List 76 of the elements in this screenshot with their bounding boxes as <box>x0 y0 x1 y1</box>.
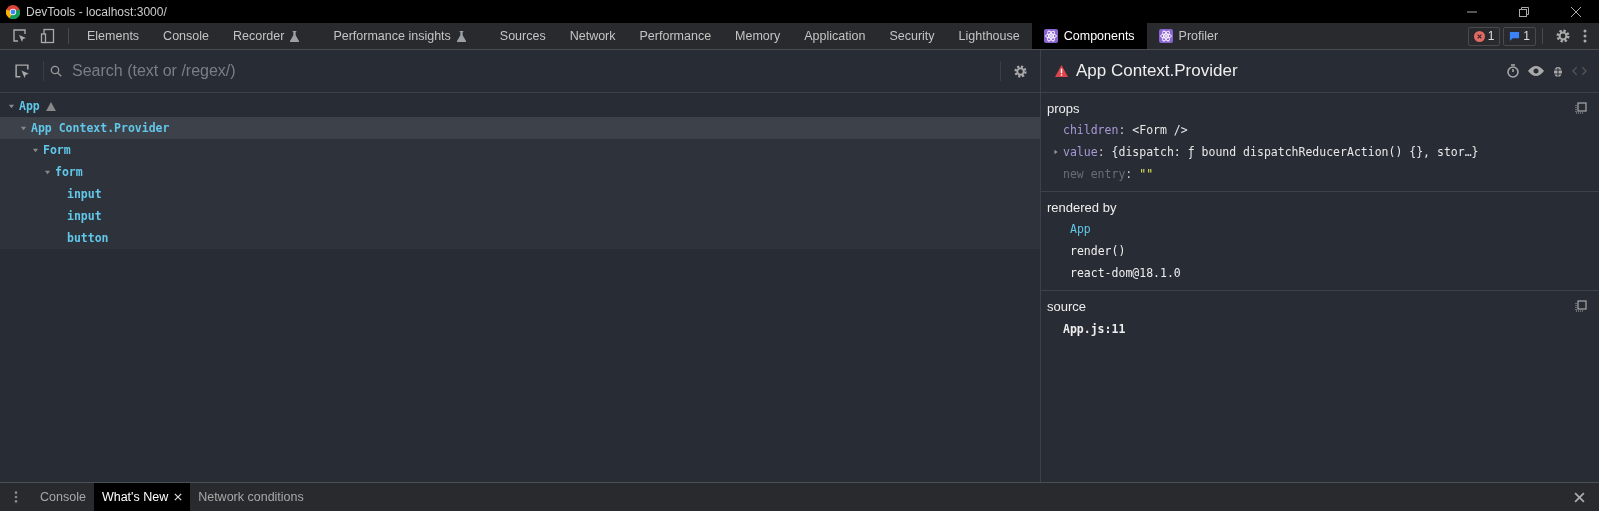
colon: : <box>1097 145 1105 159</box>
prop-value: <Form /> <box>1132 123 1188 137</box>
panel-tab[interactable]: Profiler <box>1146 23 1231 49</box>
component-name: App Context.Provider <box>31 121 170 135</box>
window-title: DevTools - localhost:3000/ <box>26 4 167 19</box>
expand-arrow-icon[interactable] <box>1053 149 1059 155</box>
panel-tab[interactable]: Sources <box>487 23 558 49</box>
atom-icon <box>1158 29 1173 43</box>
error-count-badge[interactable]: 1 <box>1467 26 1501 46</box>
panel-tab[interactable]: Application <box>792 23 878 49</box>
component-name: button <box>67 231 109 245</box>
drawer-tab[interactable]: What's New <box>93 483 191 511</box>
close-icon[interactable] <box>1574 491 1585 503</box>
flask-icon <box>290 30 300 42</box>
atom-icon <box>1043 29 1058 43</box>
tree-row[interactable]: App <box>0 95 1040 117</box>
section-heading: source <box>1047 298 1087 314</box>
section-heading: rendered by <box>1047 199 1117 215</box>
message-icon <box>1509 30 1521 42</box>
component-title: App Context.Provider <box>1076 61 1238 81</box>
owner-name: react-dom@18.1.0 <box>1069 265 1181 282</box>
expand-arrow-icon[interactable] <box>44 168 51 176</box>
component-name: Form <box>43 143 71 157</box>
search-field[interactable]: Search (text or /regex/) <box>70 61 994 81</box>
tree-row[interactable]: App Context.Provider <box>0 117 1040 139</box>
drawer-tab[interactable]: Console <box>32 483 94 511</box>
device-toolbar-icon[interactable] <box>40 28 56 44</box>
prop-key: value <box>1063 145 1098 159</box>
panel-tab[interactable]: Components <box>1031 23 1147 49</box>
more-options-icon[interactable] <box>1583 28 1587 44</box>
owner-name: render() <box>1069 243 1126 260</box>
colon: : <box>1125 167 1133 181</box>
close-icon[interactable] <box>1570 5 1582 18</box>
search-icon <box>50 65 62 77</box>
panel-tab[interactable]: Performance <box>627 23 724 49</box>
panel-tab[interactable]: Security <box>877 23 947 49</box>
section-heading: props <box>1047 100 1080 116</box>
tree-row[interactable]: input <box>0 205 1040 227</box>
component-name: input <box>67 209 102 223</box>
expand-arrow-icon[interactable] <box>8 102 15 110</box>
eye-icon[interactable] <box>1528 65 1544 77</box>
panel-tab[interactable]: Console <box>151 23 221 49</box>
component-name: form <box>55 165 83 179</box>
owner-link[interactable]: App <box>1047 218 1097 240</box>
tree-row[interactable]: form <box>0 161 1040 183</box>
message-count-badge[interactable]: 1 <box>1503 26 1536 46</box>
stopwatch-icon[interactable] <box>1506 64 1520 78</box>
panel-tab[interactable]: Lighthouse <box>946 23 1032 49</box>
select-element-icon[interactable] <box>14 62 31 80</box>
panel-tab[interactable]: Recorder <box>221 23 322 49</box>
tree-row[interactable]: input <box>0 183 1040 205</box>
source-location: App.js:11 <box>1062 321 1127 338</box>
prop-key: new entry <box>1063 167 1126 181</box>
panel-tab[interactable]: Elements <box>75 23 152 49</box>
expand-arrow-icon[interactable] <box>32 146 39 154</box>
component-name: App <box>19 99 40 113</box>
tree-row[interactable]: button <box>0 227 1040 249</box>
settings-icon[interactable] <box>1555 28 1571 44</box>
expand-arrow-icon[interactable] <box>20 124 27 132</box>
tree-row[interactable]: Form <box>0 139 1040 161</box>
inspect-element-icon[interactable] <box>12 28 28 44</box>
error-icon <box>1473 30 1485 42</box>
component-name: input <box>67 187 102 201</box>
prop-key: children <box>1063 123 1119 137</box>
prop-value: {dispatch: ƒ bound dispatchReducerAction() {}, stor…} <box>1111 145 1479 159</box>
panel-tab[interactable]: Network <box>557 23 628 49</box>
settings-icon[interactable] <box>1013 63 1028 79</box>
restore-icon[interactable] <box>1518 5 1530 18</box>
flask-icon <box>456 30 466 42</box>
colon: : <box>1118 123 1126 137</box>
panel-tab[interactable]: Memory <box>723 23 793 49</box>
drawer-tab[interactable]: Network conditions <box>190 483 312 511</box>
prop-value[interactable]: "" <box>1139 167 1154 181</box>
panel-tab[interactable]: Performance insights <box>321 23 488 49</box>
browser-logo-icon <box>6 4 20 19</box>
more-options-icon[interactable] <box>14 490 18 504</box>
